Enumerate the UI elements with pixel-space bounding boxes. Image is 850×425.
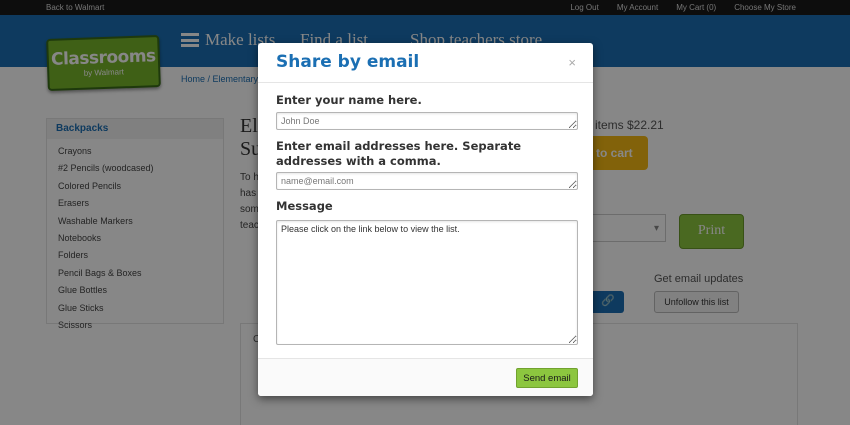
dialog-header: Share by email ×: [258, 43, 593, 83]
message-label: Message: [276, 199, 333, 213]
name-label: Enter your name here.: [276, 93, 422, 107]
emails-field[interactable]: [276, 172, 578, 190]
send-email-button[interactable]: Send email: [516, 368, 578, 388]
dialog-title: Share by email: [276, 52, 420, 72]
close-icon[interactable]: ×: [568, 55, 576, 70]
name-field[interactable]: [276, 112, 578, 130]
emails-label: Enter email addresses here. Separate add…: [276, 139, 522, 168]
message-field[interactable]: Please click on the link below to view t…: [276, 220, 578, 345]
share-email-dialog: Share by email × Enter your name here. E…: [258, 43, 593, 396]
dialog-footer: Send email: [258, 358, 593, 396]
